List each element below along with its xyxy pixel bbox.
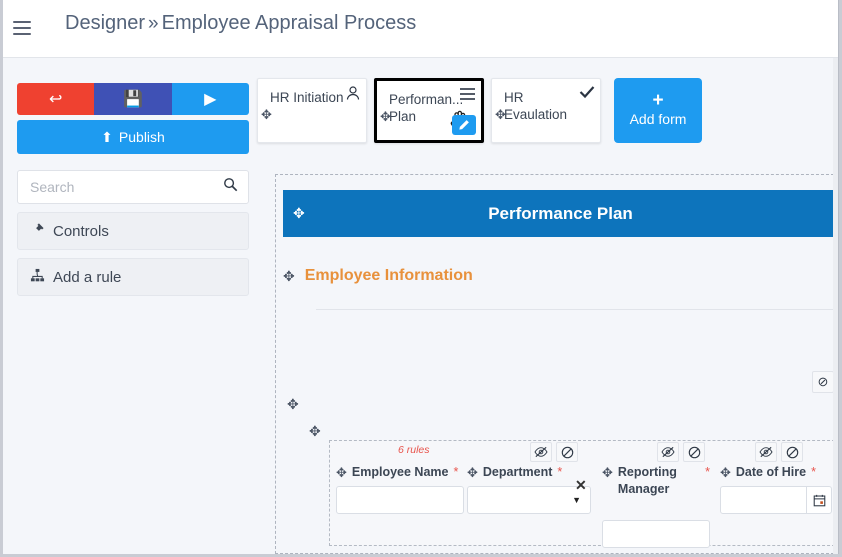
eye-slash-icon[interactable] (657, 442, 679, 462)
app-header: Designer» Employee Appraisal Process (3, 0, 838, 58)
required-marker: * (705, 465, 710, 479)
search-input[interactable] (28, 178, 223, 196)
move-handle-icon[interactable]: ✥ (309, 423, 321, 440)
sidebar-item-label: Add a rule (53, 268, 122, 286)
move-handle-icon[interactable]: ✥ (287, 396, 299, 413)
play-icon: ▶ (204, 91, 217, 108)
user-icon (345, 85, 361, 106)
move-handle-icon[interactable]: ✥ (261, 107, 272, 123)
required-marker: * (557, 465, 563, 479)
section-title-text: Employee Information (304, 267, 473, 284)
section-header: ✥ Employee Information (283, 267, 838, 285)
field-row-container: 6 rules ✥ Employee Name * ✥ Department *… (329, 440, 838, 548)
sign-out-icon: ↩ (48, 91, 63, 108)
move-handle-icon[interactable]: ✥ (380, 109, 391, 125)
move-handle-icon[interactable]: ✥ (336, 464, 347, 481)
sitemap-icon (30, 268, 45, 287)
department-select[interactable]: ▼ (467, 486, 591, 514)
designer-app: Designer» Employee Appraisal Process ↩ 💾 … (3, 0, 839, 554)
left-sidebar: ↩ 💾 ▶ ⬆ Publish Search Controls Add a ru… (17, 83, 249, 296)
field-toggles-department (530, 442, 578, 462)
publish-label: Publish (118, 129, 165, 145)
field-label: ✥ Date of Hire * (720, 464, 832, 481)
form-tab-hr-evaulation[interactable]: HR Evaulation ✥ (491, 78, 601, 143)
publish-button[interactable]: ⬆ Publish (17, 120, 249, 154)
field-employee-name: ✥ Employee Name * (336, 464, 464, 514)
ban-icon[interactable] (683, 442, 705, 462)
form-title-text: Performance Plan (488, 203, 633, 223)
hammer-icon (30, 222, 45, 241)
required-marker: * (453, 465, 459, 479)
move-handle-icon[interactable]: ✥ (467, 464, 478, 481)
date-of-hire-input[interactable] (720, 486, 832, 514)
breadcrumb-separator: » (148, 13, 159, 34)
tab-label: HR Evaulation (504, 90, 568, 122)
sidebar-item-add-a-rule[interactable]: Add a rule (17, 258, 249, 296)
list-icon[interactable] (459, 87, 476, 106)
field-reporting-manager: ✥ Reporting Manager * (602, 464, 710, 548)
reporting-manager-input[interactable] (602, 520, 710, 548)
move-handle-icon[interactable]: ✥ (720, 464, 731, 481)
sidebar-toolbar: ↩ 💾 ▶ (17, 83, 249, 115)
breadcrumb: Designer» Employee Appraisal Process (65, 12, 416, 35)
edit-form-button[interactable] (452, 115, 476, 135)
field-label-text: Reporting Manager (617, 465, 677, 496)
plus-icon: + (652, 90, 664, 111)
section-ban-button[interactable]: ⊘ (812, 371, 834, 393)
ban-icon[interactable] (556, 442, 578, 462)
form-tab-performance-plan[interactable]: Performan... Plan ✥ (374, 78, 484, 143)
search-box[interactable] (17, 170, 249, 204)
page-title: Employee Appraisal Process (161, 12, 417, 34)
tab-label: HR Initiation (270, 90, 344, 105)
field-label: ✥ Reporting Manager * (602, 464, 710, 498)
field-date-of-hire: ✥ Date of Hire * (720, 464, 832, 514)
sidebar-item-controls[interactable]: Controls (17, 212, 249, 250)
form-tab-hr-initiation[interactable]: HR Initiation ✥ (257, 78, 367, 143)
ban-icon[interactable] (781, 442, 803, 462)
add-form-button[interactable]: + Add form (614, 78, 702, 143)
save-button[interactable]: 💾 (94, 83, 172, 115)
required-marker: * (811, 465, 816, 479)
sidebar-item-label: Controls (53, 222, 109, 240)
search-icon[interactable] (223, 177, 238, 197)
eye-slash-icon[interactable] (530, 442, 552, 462)
chevron-down-icon: ▼ (572, 495, 581, 505)
form-canvas: ✥ Performance Plan ✥ Employee Informatio… (275, 174, 838, 554)
field-department: ✥ Department * ▼ (467, 464, 591, 514)
floppy-disk-icon: 💾 (123, 91, 143, 108)
exit-button[interactable]: ↩ (17, 83, 95, 115)
field-toggles-date-of-hire (755, 442, 803, 462)
ban-icon: ⊘ (817, 374, 829, 389)
move-handle-icon[interactable]: ✥ (602, 464, 613, 481)
field-label: ✥ Department * (467, 464, 591, 481)
hamburger-icon[interactable] (13, 16, 37, 40)
check-icon (579, 85, 595, 104)
form-header: ✥ Performance Plan (283, 190, 838, 237)
field-label: ✥ Employee Name * (336, 464, 464, 481)
upload-icon: ⬆ (101, 128, 113, 145)
move-handle-icon[interactable]: ✥ (293, 205, 305, 222)
rules-badge[interactable]: 6 rules (398, 444, 430, 456)
move-handle-icon[interactable]: ✥ (283, 268, 295, 285)
form-tab-strip: HR Initiation ✥ Performan... Plan ✥ HR E… (257, 78, 702, 143)
employee-name-input[interactable] (336, 486, 464, 514)
add-form-label: Add form (629, 111, 687, 127)
vertical-scrollbar[interactable] (833, 58, 838, 554)
field-toggles-reporting-manager (657, 442, 705, 462)
field-label-text: Department (482, 465, 553, 479)
breadcrumb-root[interactable]: Designer (65, 12, 145, 34)
run-button[interactable]: ▶ (171, 83, 249, 115)
section-divider (316, 309, 836, 310)
field-label-text: Employee Name (351, 465, 449, 479)
calendar-icon[interactable] (806, 487, 831, 513)
eye-slash-icon[interactable] (755, 442, 777, 462)
move-handle-icon[interactable]: ✥ (495, 107, 506, 123)
remove-field-button[interactable]: ✕ (575, 477, 587, 494)
date-text-area[interactable] (721, 487, 806, 513)
field-label-text: Date of Hire (735, 465, 807, 479)
